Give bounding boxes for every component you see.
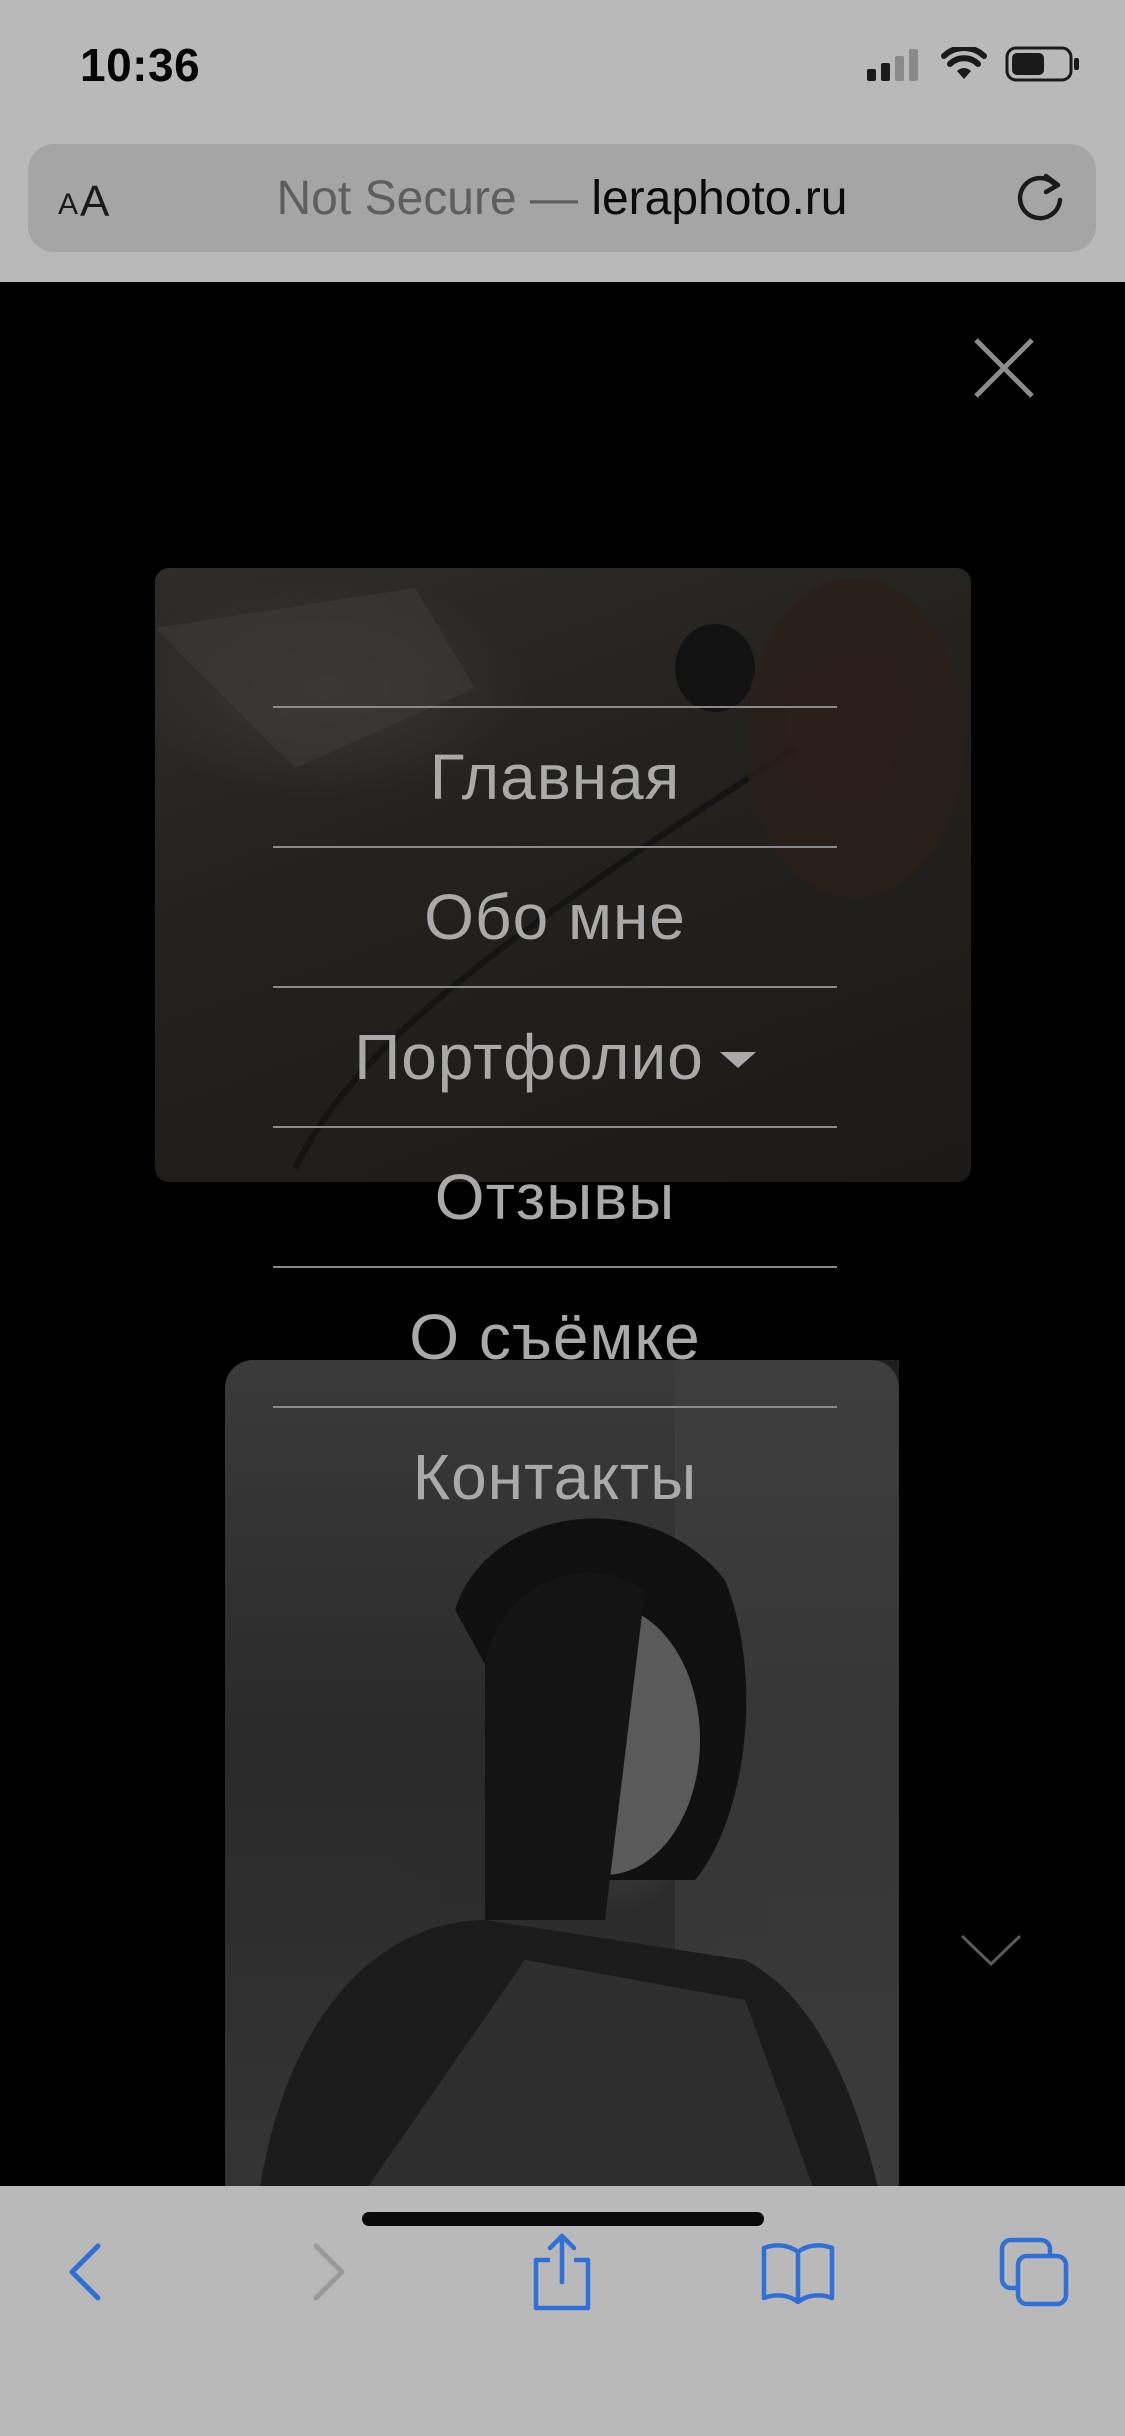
- menu-item-label: Отзывы: [434, 1161, 676, 1233]
- menu-item-contacts[interactable]: Контакты: [273, 1406, 837, 1546]
- scroll-down-button[interactable]: [958, 1930, 1024, 1970]
- share-button[interactable]: [522, 2232, 602, 2312]
- menu-item-label: Контакты: [412, 1441, 698, 1513]
- web-content: Главная Обо мне Портфолио Отзывы О съёмк…: [0, 282, 1125, 2186]
- menu-item-about[interactable]: Обо мне: [273, 846, 837, 986]
- menu-item-label: О съёмке: [409, 1301, 701, 1373]
- security-label: Not Secure —: [276, 172, 592, 225]
- menu-item-label: Главная: [429, 741, 681, 813]
- url-display[interactable]: Not Secure — leraphoto.ru: [28, 172, 1096, 226]
- close-menu-button[interactable]: [968, 332, 1040, 404]
- wifi-icon: [941, 47, 987, 79]
- menu-item-home[interactable]: Главная: [273, 706, 837, 846]
- reload-icon: [1017, 173, 1063, 221]
- bookmarks-button[interactable]: [758, 2232, 838, 2312]
- tabs-button[interactable]: [994, 2232, 1074, 2312]
- back-icon: [69, 2243, 101, 2301]
- chevron-down-icon: [960, 1934, 1022, 1967]
- menu-item-reviews[interactable]: Отзывы: [273, 1126, 837, 1266]
- reload-button[interactable]: [1008, 166, 1072, 230]
- forward-icon: [313, 2243, 345, 2301]
- menu-item-portfolio[interactable]: Портфолио: [273, 986, 837, 1126]
- battery-icon: [1005, 46, 1079, 82]
- navigation-menu: Главная Обо мне Портфолио Отзывы О съёмк…: [273, 706, 837, 1546]
- bookmarks-icon: [761, 2243, 835, 2304]
- menu-item-shooting[interactable]: О съёмке: [273, 1266, 837, 1406]
- close-icon: [974, 338, 1034, 398]
- home-indicator[interactable]: [362, 2212, 764, 2226]
- menu-item-label: Обо мне: [424, 881, 686, 953]
- forward-button[interactable]: [288, 2232, 368, 2312]
- status-bar: 10:36: [0, 0, 1125, 140]
- url-domain: leraphoto.ru: [591, 172, 848, 225]
- cellular-signal-icon: [867, 49, 918, 81]
- browser-top-bar: A A Not Secure — leraphoto.ru: [0, 140, 1125, 282]
- browser-screen: 10:36 A A Not Secure — leraphoto.ru Глав…: [0, 0, 1125, 2436]
- status-icons: [867, 46, 1081, 82]
- status-time: 10:36: [80, 39, 201, 91]
- share-icon: [533, 2233, 591, 2311]
- menu-item-label: Портфолио: [354, 1021, 704, 1093]
- address-bar[interactable]: A A Not Secure — leraphoto.ru: [28, 144, 1096, 252]
- tabs-icon: [999, 2237, 1069, 2307]
- back-button[interactable]: [46, 2232, 126, 2312]
- caret-down-icon[interactable]: [719, 1052, 756, 1068]
